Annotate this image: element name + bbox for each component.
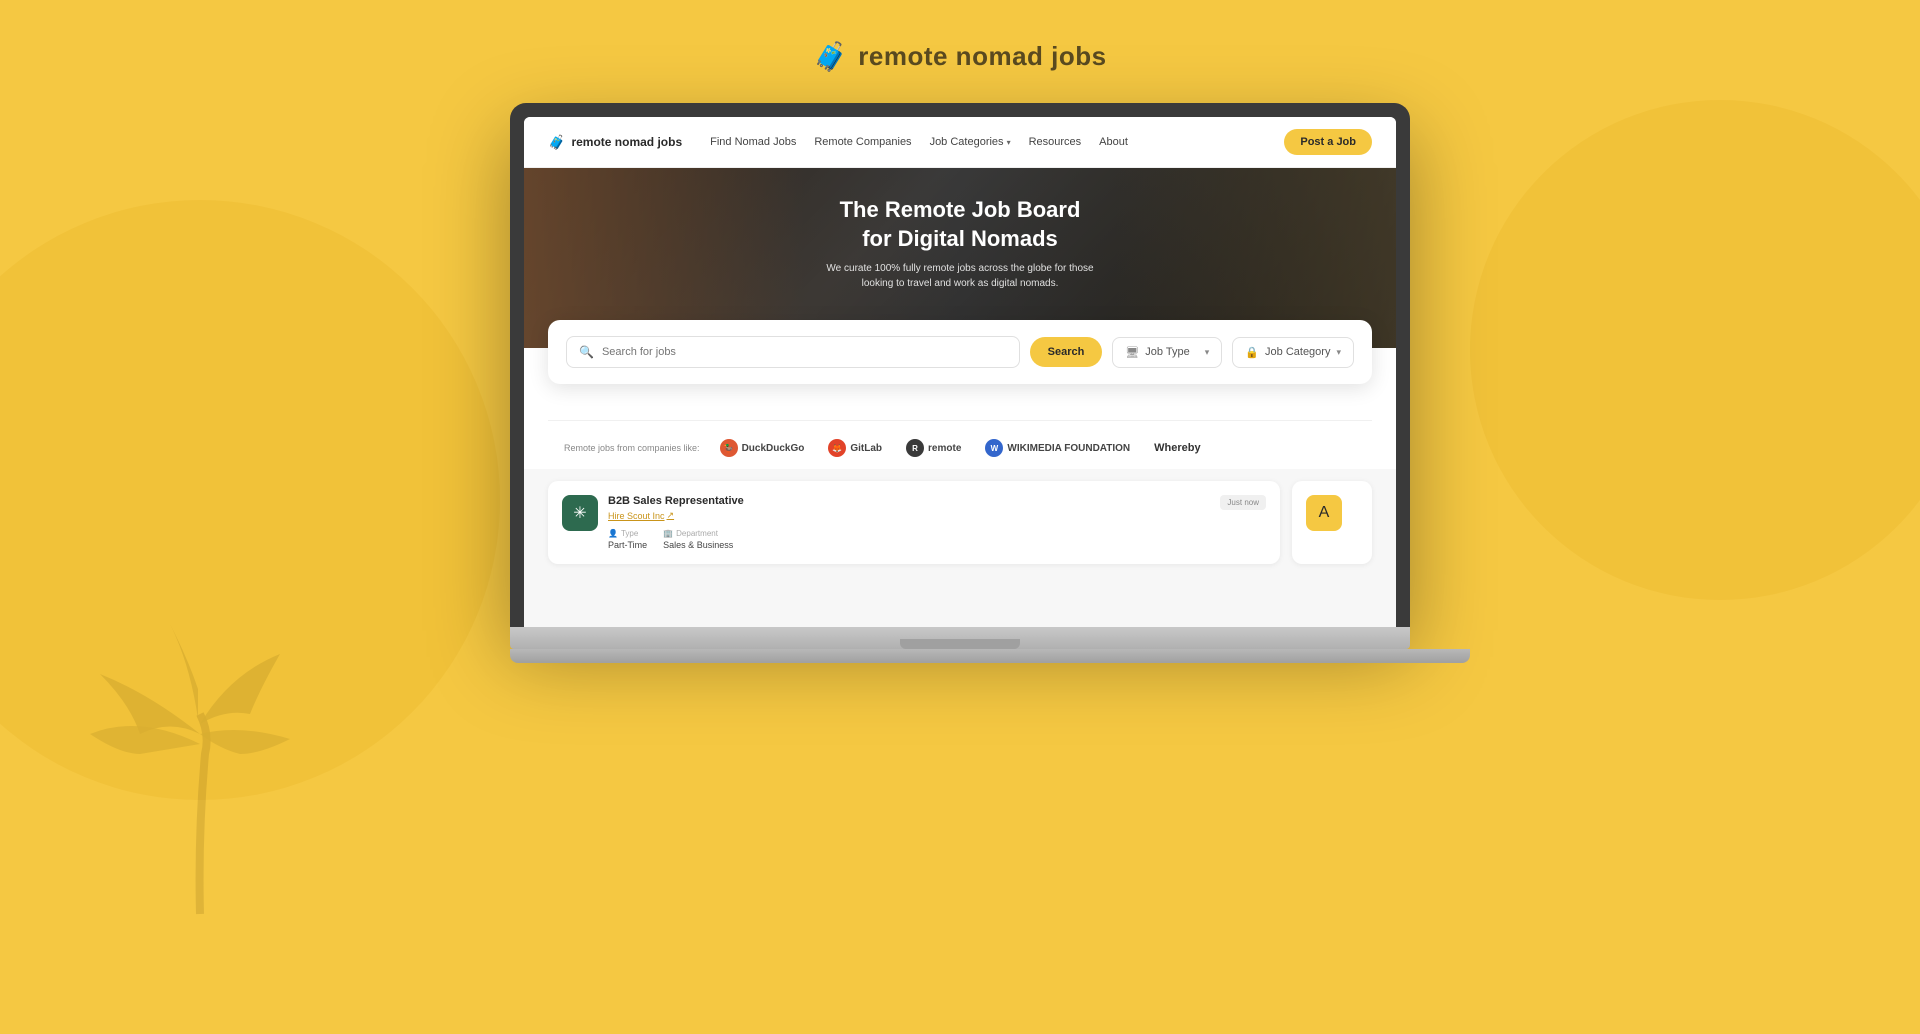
company-gitlab: 🦊 GitLab [828, 439, 882, 457]
laptop-base [510, 627, 1410, 649]
job-type-chevron: ▾ [1205, 347, 1210, 358]
nav-job-categories-chevron: ▾ [1007, 138, 1011, 147]
job-cards-row: ✳ B2B Sales Representative Hire Scout In… [548, 481, 1372, 564]
companies-section: Remote jobs from companies like: 🦆 DuckD… [524, 421, 1396, 469]
wikimedia-icon: W [985, 439, 1003, 457]
duckduckgo-icon: 🦆 [720, 439, 738, 457]
hero-content: The Remote Job Board for Digital Nomads … [524, 168, 1396, 291]
company-duckduckgo: 🦆 DuckDuckGo [720, 439, 805, 457]
nav-job-categories[interactable]: Job Categories ▾ [930, 136, 1011, 148]
gitlab-icon: 🦊 [828, 439, 846, 457]
job-type-meta-label: 👤 Type [608, 529, 647, 538]
bg-decor-left [0, 200, 500, 800]
companies-label: Remote jobs from companies like: [564, 443, 700, 453]
company-wikimedia: W WIKIMEDIA FOUNDATION [985, 439, 1130, 457]
job-card-1-meta: 👤 Type Part-Time 🏢 Department [608, 529, 1210, 550]
nav-job-categories-label: Job Categories [930, 136, 1004, 148]
job-dept-meta-label: 🏢 Department [663, 529, 733, 538]
job-category-chevron: ▾ [1336, 347, 1341, 358]
company-whereby: Whereby [1154, 442, 1200, 454]
remote-icon: R [906, 439, 924, 457]
gitlab-name: GitLab [850, 443, 882, 454]
navbar: 🧳 remote nomad jobs Find Nomad Jobs Remo… [524, 117, 1396, 168]
website-content: 🧳 remote nomad jobs Find Nomad Jobs Remo… [524, 117, 1396, 627]
job-card-2-logo: A [1306, 495, 1342, 531]
search-input[interactable] [602, 346, 1007, 358]
top-brand-icon: 🧳 [813, 40, 848, 73]
search-icon: 🔍 [579, 345, 594, 359]
dept-icon: 🏢 [663, 529, 673, 538]
company-logos: 🦆 DuckDuckGo 🦊 GitLab R remote [720, 439, 1356, 457]
laptop-container: 🧳 remote nomad jobs Find Nomad Jobs Remo… [510, 103, 1410, 663]
spacer-after-search [524, 384, 1396, 420]
job-card-1-title: B2B Sales Representative [608, 495, 1210, 507]
jobs-section: ✳ B2B Sales Representative Hire Scout In… [524, 469, 1396, 627]
top-brand-name: remote nomad jobs [858, 41, 1106, 72]
hero-subtitle: We curate 100% fully remote jobs across … [810, 261, 1110, 291]
job-card-1[interactable]: ✳ B2B Sales Representative Hire Scout In… [548, 481, 1280, 564]
companies-row: Remote jobs from companies like: 🦆 DuckD… [564, 439, 1356, 457]
search-section: 🔍 Search 🖥 Job Type ▾ 🔒 Jo [524, 348, 1396, 384]
nav-brand-icon: 🧳 [548, 134, 565, 151]
job-type-label: Job Type [1145, 346, 1199, 358]
external-link-icon: ↗ [667, 510, 675, 521]
company-remote: R remote [906, 439, 961, 457]
job-category-icon: 🔒 [1245, 346, 1259, 359]
job-type-icon: 🖥 [1125, 346, 1139, 359]
job-card-1-info: B2B Sales Representative Hire Scout Inc … [608, 495, 1210, 550]
job-dept-meta-value: Sales & Business [663, 540, 733, 550]
nav-remote-companies[interactable]: Remote Companies [814, 136, 911, 148]
hero-title: The Remote Job Board for Digital Nomads [524, 196, 1396, 253]
search-card: 🔍 Search 🖥 Job Type ▾ 🔒 Jo [548, 320, 1372, 384]
post-job-button[interactable]: Post a Job [1284, 129, 1372, 155]
nav-find-nomad-jobs[interactable]: Find Nomad Jobs [710, 136, 796, 148]
bg-decor-right [1470, 100, 1920, 600]
job-type-dropdown[interactable]: 🖥 Job Type ▾ [1112, 337, 1222, 368]
palm-decoration-left [50, 534, 350, 934]
search-row: 🔍 Search 🖥 Job Type ▾ 🔒 Jo [566, 336, 1354, 368]
job-type-meta: 👤 Type Part-Time [608, 529, 647, 550]
nav-about[interactable]: About [1099, 136, 1128, 148]
search-input-wrapper[interactable]: 🔍 [566, 336, 1020, 368]
job-type-meta-value: Part-Time [608, 540, 647, 550]
job-card-2[interactable]: A [1292, 481, 1372, 564]
nav-resources[interactable]: Resources [1029, 136, 1082, 148]
laptop-frame: 🧳 remote nomad jobs Find Nomad Jobs Remo… [510, 103, 1410, 627]
nav-links: Find Nomad Jobs Remote Companies Job Cat… [710, 136, 1284, 148]
job-card-2-logo-symbol: A [1319, 504, 1330, 522]
nav-brand-text: remote nomad jobs [571, 135, 682, 149]
remote-name: remote [928, 443, 961, 454]
duckduckgo-name: DuckDuckGo [742, 443, 805, 454]
job-dept-meta: 🏢 Department Sales & Business [663, 529, 733, 550]
whereby-name: Whereby [1154, 442, 1200, 454]
top-brand: 🧳 remote nomad jobs [813, 40, 1106, 73]
job-category-label: Job Category [1265, 346, 1330, 358]
laptop-bottom [510, 649, 1470, 663]
type-icon: 👤 [608, 529, 618, 538]
wikimedia-name: WIKIMEDIA FOUNDATION [1007, 443, 1130, 454]
laptop-screen: 🧳 remote nomad jobs Find Nomad Jobs Remo… [524, 117, 1396, 627]
job-category-dropdown[interactable]: 🔒 Job Category ▾ [1232, 337, 1354, 368]
job-card-1-logo: ✳ [562, 495, 598, 531]
job-card-1-company[interactable]: Hire Scout Inc ↗ [608, 510, 1210, 521]
nav-brand: 🧳 remote nomad jobs [548, 134, 682, 151]
search-button[interactable]: Search [1030, 337, 1103, 367]
job-card-1-logo-symbol: ✳ [573, 503, 586, 523]
job-card-1-badge: Just now [1220, 495, 1266, 510]
